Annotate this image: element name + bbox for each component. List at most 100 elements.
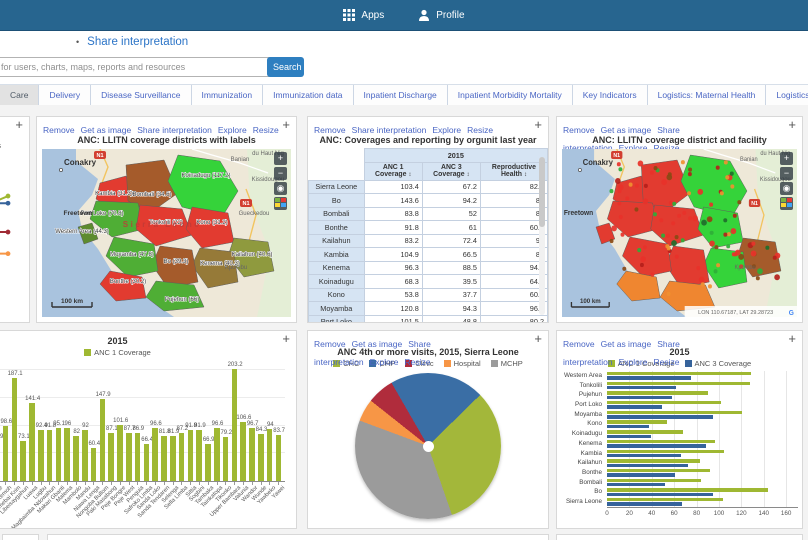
cell-value: 68.3 (364, 275, 422, 289)
expand-icon[interactable]: + (15, 118, 23, 131)
tab-care[interactable]: Care (0, 85, 39, 105)
remove-link[interactable]: Remove (314, 339, 346, 349)
cell-value: 104.9 (364, 248, 422, 262)
map-districts-canvas[interactable]: Kambia (31.3)Bombali (34.6)Koinadugu (11… (42, 149, 291, 317)
legend-item[interactable]: MCHP (491, 359, 523, 368)
expand-icon[interactable]: + (788, 118, 796, 131)
x-tick: 60 (671, 510, 678, 517)
zoom-in-icon[interactable]: + (780, 152, 793, 165)
tab-inpatient-morbidity-mortality[interactable]: Inpatient Morbidity Mortality (448, 85, 573, 105)
widget-partial (47, 534, 549, 540)
explore-link[interactable]: Explore (370, 357, 399, 367)
layers-icon[interactable] (274, 197, 287, 210)
bar (20, 441, 26, 481)
expand-icon[interactable]: + (788, 332, 796, 345)
line-x-labels: 2015June 2015 (0, 283, 25, 319)
share-interpretation-link[interactable]: Share interpretation (137, 125, 212, 135)
tab-immunization[interactable]: Immunization (192, 85, 264, 105)
hbar-category: Moyamba (557, 411, 602, 418)
locate-icon[interactable]: ◉ (780, 182, 793, 195)
remove-link[interactable]: Remove (43, 125, 75, 135)
explore-link[interactable]: Explore (218, 125, 247, 135)
bar (29, 403, 35, 481)
bar-value: 91.9 (191, 423, 209, 429)
zoom-in-icon[interactable]: + (274, 152, 287, 165)
legend-swatch (685, 360, 692, 367)
tab-inpatient-discharge[interactable]: Inpatient Discharge (354, 85, 448, 105)
remove-link[interactable]: Remove (563, 125, 595, 135)
resize-link[interactable]: Resize (253, 125, 279, 135)
legend-swatch (444, 360, 451, 367)
column-header[interactable]: Reproductive Health ↕ (480, 162, 547, 180)
sort-icon[interactable]: ↕ (467, 172, 470, 178)
get-as-image-link[interactable]: Get as image (601, 339, 652, 349)
hbar (607, 502, 682, 505)
cell-value: 39.5 (422, 275, 480, 289)
cell-value: 52 (422, 207, 480, 221)
bar (267, 429, 273, 481)
zoom-out-icon[interactable]: − (274, 167, 287, 180)
column-header[interactable]: ANC 1 Coverage ↕ (364, 162, 422, 180)
top-bar: Apps Profile (0, 0, 808, 31)
legend-item[interactable]: Hospital (444, 359, 481, 368)
expand-icon[interactable]: + (534, 118, 542, 131)
remove-link[interactable]: Remove (314, 125, 346, 135)
hbar-category: Pujehun (557, 391, 602, 398)
hbar-row: Sierra Leone (557, 497, 802, 507)
svg-text:N1: N1 (751, 201, 758, 207)
svg-text:Moyamba (47.8): Moyamba (47.8) (110, 252, 154, 258)
table-scrollbar-thumb[interactable] (539, 157, 545, 227)
tab-key-indicators[interactable]: Key Indicators (573, 85, 648, 105)
profile-menu[interactable]: Profile (418, 9, 464, 21)
apps-menu[interactable]: Apps (343, 9, 384, 21)
tab-immunization-data[interactable]: Immunization data (263, 85, 353, 105)
resize-link[interactable]: Resize (404, 357, 430, 367)
expand-icon[interactable]: + (282, 332, 290, 345)
zoom-out-icon[interactable]: − (780, 167, 793, 180)
share-interpretation-link[interactable]: Share interpretation (352, 125, 427, 135)
svg-text:Sierra Leone: Sierra Leone (123, 220, 201, 229)
get-as-image-link[interactable]: Get as image (81, 125, 132, 135)
cell-value: 101.5 (364, 315, 422, 323)
cell-value: 60.1 (480, 288, 547, 302)
pivot-table: 2015ANC 1 Coverage ↕ANC 3 Coverage ↕Repr… (308, 148, 548, 323)
get-as-image-link[interactable]: Get as image (601, 125, 652, 135)
widget-map-districts: Remove Get as image Share interpretation Ex… (36, 116, 297, 323)
svg-text:N1: N1 (613, 153, 620, 159)
resize-link[interactable]: Resize (653, 357, 679, 367)
hbar (607, 401, 721, 404)
share-interpretation-link[interactable]: Share interpretation (87, 36, 188, 48)
cell-value: 143.6 (364, 194, 422, 208)
layers-icon[interactable] (780, 197, 793, 210)
column-header[interactable]: ANC 3 Coverage ↕ (422, 162, 480, 180)
sort-icon[interactable]: ↕ (408, 172, 411, 178)
legend-item[interactable]: ANC 3 Coverage (685, 359, 752, 368)
get-as-image-link[interactable]: Get as image (352, 339, 403, 349)
hbar-category: Kenema (557, 440, 602, 447)
hbar (607, 430, 683, 433)
explore-link[interactable]: Explore (619, 357, 648, 367)
sort-icon[interactable]: ↕ (524, 172, 527, 178)
cell-value: 81 (480, 194, 547, 208)
svg-text:Banian: Banian (231, 157, 250, 163)
search-input[interactable] (0, 57, 274, 77)
search-button[interactable]: Search (267, 57, 304, 77)
resize-link[interactable]: Resize (467, 125, 493, 135)
cell-value: 94.2 (422, 194, 480, 208)
svg-text:Freetown: Freetown (564, 210, 593, 217)
bar-value: 187.1 (6, 371, 24, 377)
expand-icon[interactable]: + (282, 118, 290, 131)
tab-disease-surveillance[interactable]: Disease Surveillance (91, 85, 191, 105)
remove-link[interactable]: Remove (563, 339, 595, 349)
tab-delivery[interactable]: Delivery (39, 85, 91, 105)
expand-icon[interactable]: + (534, 332, 542, 345)
table-row: Moyamba120.894.396.7 (309, 302, 548, 316)
table-scrollbar[interactable] (539, 157, 545, 315)
row-header: Bonthe (309, 221, 365, 235)
explore-link[interactable]: Explore (432, 125, 461, 135)
profile-label: Profile (436, 10, 464, 21)
map-facility-canvas[interactable]: FreetownConakryBanianKissidougouKpombudu… (562, 149, 797, 317)
tab-logistics-reproductive-health[interactable]: Logistics: Reproductive Health (766, 85, 808, 105)
locate-icon[interactable]: ◉ (274, 182, 287, 195)
tab-logistics-maternal-health[interactable]: Logistics: Maternal Health (648, 85, 767, 105)
